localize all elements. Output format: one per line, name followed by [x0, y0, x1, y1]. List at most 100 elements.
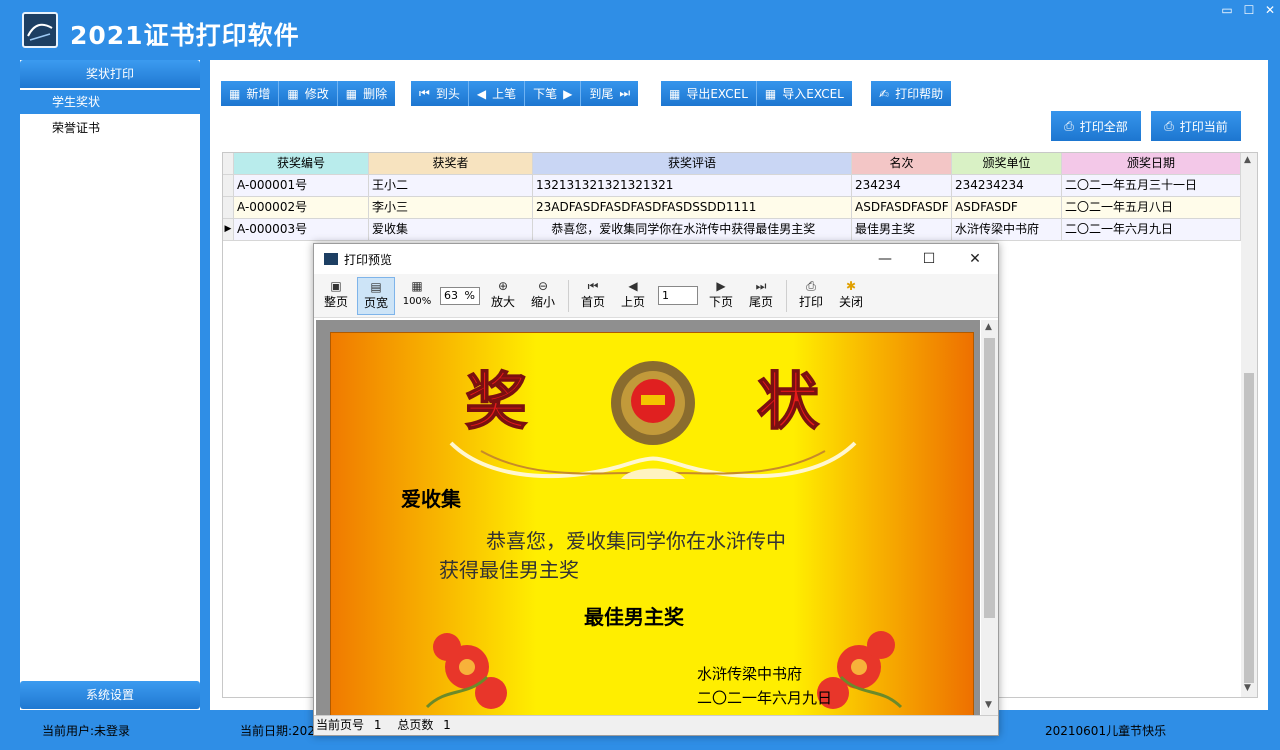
- print-all-button[interactable]: ⎙ 打印全部: [1051, 111, 1141, 141]
- prev-record-button[interactable]: ◀ 上笔: [469, 81, 526, 106]
- last-page-button[interactable]: ⏭ 尾页: [744, 277, 778, 315]
- new-button[interactable]: ▦ 新增: [221, 81, 280, 106]
- help-toolbar: ✍ 打印帮助: [871, 81, 952, 106]
- import-excel-button[interactable]: ▦ 导入EXCEL: [757, 81, 852, 106]
- row-indicator: [223, 197, 234, 219]
- next-record-button[interactable]: 下笔 ▶: [525, 81, 582, 106]
- table-header: 获奖编号 获奖者 获奖评语 名次 颁奖单位 颁奖日期: [223, 153, 1241, 175]
- cell-rank[interactable]: 最佳男主奖: [852, 219, 952, 241]
- table-scrollbar-thumb[interactable]: [1244, 373, 1254, 683]
- cell-rank[interactable]: 234234: [852, 175, 952, 197]
- total-pages-label: 总页数: [397, 718, 434, 732]
- row-indicator-header: [223, 153, 234, 175]
- cell-comment[interactable]: 23ADFASDFASDFASDFASDSSDD1111: [533, 197, 852, 219]
- preview-status-bar: 当前页号 1 总页数 1: [314, 715, 998, 735]
- sidebar-item-honor-certificate[interactable]: 荣誉证书: [20, 116, 200, 140]
- row-indicator: [223, 175, 234, 197]
- certificate-date: 二〇二一年六月九日: [697, 689, 833, 707]
- prev-page-icon: ◀: [628, 279, 638, 293]
- cell-rank[interactable]: ASDFASDFASDF: [852, 197, 952, 219]
- next-icon: ▶: [563, 86, 573, 101]
- page-width-button[interactable]: ▤ 页宽: [357, 277, 395, 315]
- minimize-icon[interactable]: ▭: [1216, 2, 1238, 20]
- next-page-button[interactable]: ▶ 下页: [704, 277, 738, 315]
- zoom-out-icon: ⊖: [537, 279, 549, 293]
- grid-icon: ▦: [345, 86, 358, 101]
- preview-scrollbar-thumb[interactable]: [984, 338, 995, 618]
- print-button[interactable]: ⎙ 打印: [794, 277, 828, 315]
- grid-icon: ▦: [764, 86, 777, 101]
- column-header-issuer[interactable]: 颁奖单位: [952, 153, 1062, 175]
- last-page-icon: ⏭: [755, 279, 767, 293]
- cell-date[interactable]: 二〇二一年五月三十一日: [1062, 175, 1241, 197]
- current-date-status: 当前日期:202: [240, 724, 315, 738]
- close-icon[interactable]: ✕: [1259, 2, 1280, 20]
- cell-award-id[interactable]: A-000002号: [234, 197, 369, 219]
- grid-icon: ▦: [287, 86, 299, 101]
- prev-page-button[interactable]: ◀ 上页: [616, 277, 650, 315]
- maximize-icon[interactable]: ☐: [1238, 2, 1260, 20]
- zoom-input[interactable]: 63%: [440, 287, 480, 305]
- column-header-award-id[interactable]: 获奖编号: [234, 153, 369, 175]
- current-page-label: 当前页号: [316, 718, 365, 732]
- table-row[interactable]: A-000002号 李小三 23ADFASDFASDFASDFASDSSDD11…: [223, 197, 1241, 219]
- cell-issuer[interactable]: 水浒传梁中书府: [952, 219, 1062, 241]
- edit-button[interactable]: ▦ 修改: [279, 81, 338, 106]
- zoom-in-button[interactable]: ⊕ 放大: [486, 277, 520, 315]
- cell-winner[interactable]: 李小三: [369, 197, 533, 219]
- title-bar: 2021证书打印软件 ▭ ☐ ✕: [0, 0, 1280, 60]
- close-person-icon: ✱: [845, 279, 857, 293]
- certificate-award-title: 最佳男主奖: [584, 605, 684, 629]
- column-header-date[interactable]: 颁奖日期: [1062, 153, 1241, 175]
- total-pages-value: 1: [443, 718, 451, 732]
- export-excel-button[interactable]: ▦ 导出EXCEL: [661, 81, 757, 106]
- prev-icon: ◀: [476, 86, 487, 101]
- cell-date[interactable]: 二〇二一年六月九日: [1062, 219, 1241, 241]
- sidebar-item-student-award[interactable]: 学生奖状: [20, 90, 200, 114]
- scroll-up-icon[interactable]: ▲: [985, 322, 992, 332]
- close-preview-button[interactable]: ✱ 关闭: [834, 277, 868, 315]
- cell-comment[interactable]: 恭喜您，爱收集同学你在水浒传中获得最佳男主奖: [533, 219, 852, 241]
- print-icon: ⎙: [1164, 118, 1174, 133]
- print-current-button[interactable]: ⎙ 打印当前: [1151, 111, 1241, 141]
- page-icon: ▣: [330, 279, 342, 293]
- column-header-winner[interactable]: 获奖者: [369, 153, 533, 175]
- system-settings-button[interactable]: 系统设置: [20, 681, 200, 709]
- scroll-down-icon[interactable]: ▼: [1244, 683, 1251, 693]
- scroll-down-icon[interactable]: ▼: [985, 700, 992, 710]
- dialog-minimize-icon[interactable]: —: [870, 249, 900, 269]
- first-page-button[interactable]: ⏮ 首页: [576, 277, 610, 315]
- delete-button[interactable]: ▦ 删除: [338, 81, 395, 106]
- cell-date[interactable]: 二〇二一年五月八日: [1062, 197, 1241, 219]
- table-scrollbar[interactable]: ▲ ▼: [1241, 153, 1257, 697]
- actual-size-icon: ▦: [411, 279, 423, 293]
- cell-issuer[interactable]: ASDFASDF: [952, 197, 1062, 219]
- column-header-comment[interactable]: 获奖评语: [533, 153, 852, 175]
- preview-canvas[interactable]: 奖 状 爱收集 恭喜您，爱收集同学你在水浒传中 获得最佳男主奖 最佳男主奖 水浒…: [316, 320, 980, 715]
- first-page-icon: ⏮: [587, 279, 599, 293]
- cell-comment[interactable]: 132131321321321321: [533, 175, 852, 197]
- whole-page-button[interactable]: ▣ 整页: [318, 277, 354, 315]
- cell-winner[interactable]: 爱收集: [369, 219, 533, 241]
- zoom-in-icon: ⊕: [497, 279, 509, 293]
- preview-scrollbar[interactable]: ▲ ▼: [981, 320, 998, 715]
- cell-winner[interactable]: 王小二: [369, 175, 533, 197]
- cell-award-id[interactable]: A-000001号: [234, 175, 369, 197]
- actual-size-button[interactable]: ▦ 100%: [400, 277, 434, 315]
- column-header-rank[interactable]: 名次: [852, 153, 952, 175]
- first-record-button[interactable]: ⏮ 到头: [411, 81, 469, 106]
- page-number-input[interactable]: 1: [658, 286, 698, 305]
- table-row-selected[interactable]: ▶ A-000003号 爱收集 恭喜您，爱收集同学你在水浒传中获得最佳男主奖 最…: [223, 219, 1241, 241]
- dialog-close-icon[interactable]: ✕: [960, 249, 990, 269]
- table-row[interactable]: A-000001号 王小二 132131321321321321 234234 …: [223, 175, 1241, 197]
- dialog-maximize-icon[interactable]: ☐: [914, 249, 944, 269]
- last-record-button[interactable]: 到尾 ⏭: [581, 81, 638, 106]
- cell-issuer[interactable]: 234234234: [952, 175, 1062, 197]
- print-help-button[interactable]: ✍ 打印帮助: [871, 81, 951, 106]
- sidebar-header-award-print[interactable]: 奖状打印: [20, 60, 200, 88]
- zoom-out-button[interactable]: ⊖ 缩小: [526, 277, 560, 315]
- cell-award-id[interactable]: A-000003号: [234, 219, 369, 241]
- scroll-up-icon[interactable]: ▲: [1244, 155, 1251, 165]
- toolbar-separator: [786, 280, 787, 312]
- grid-icon: ▦: [669, 86, 681, 101]
